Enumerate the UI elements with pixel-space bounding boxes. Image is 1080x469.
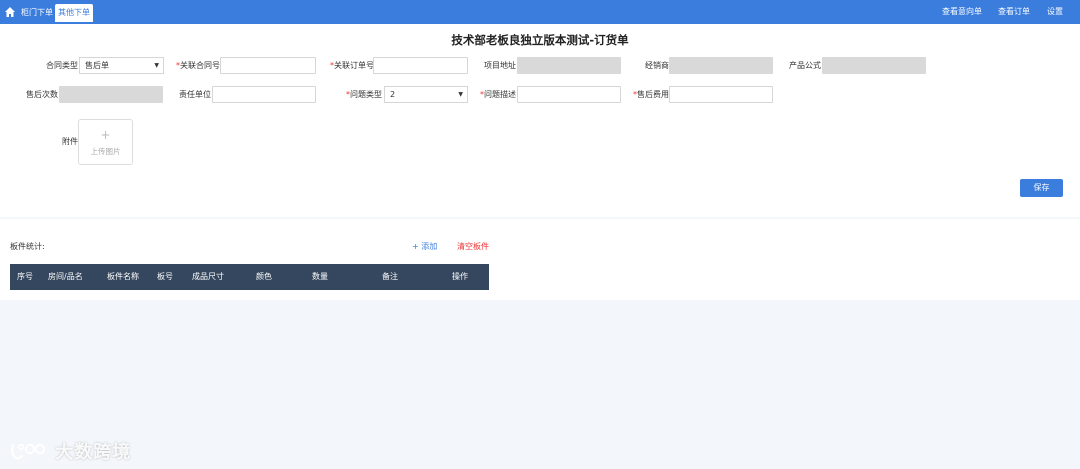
column-header-board-name: 板件名称 [107, 272, 139, 281]
order-form-panel: 技术部老板良独立版本测试-订货单 合同类型 售后单 ▼ *关联合同号 *关联订单… [0, 24, 1080, 217]
chevron-down-icon: ▼ [458, 91, 463, 98]
clear-boards-button[interactable]: 清空板件 [457, 241, 489, 252]
column-header-remarks: 备注 [382, 272, 398, 281]
related-contract-input[interactable] [220, 57, 316, 74]
dealer-label: 经销商 [645, 61, 669, 70]
brand-logo-icon [11, 443, 46, 460]
issue-description-label: *问题描述 [480, 90, 516, 99]
home-icon[interactable] [4, 6, 16, 18]
responsible-unit-label: 责任单位 [179, 90, 211, 99]
chevron-down-icon: ▼ [154, 62, 159, 69]
plus-icon: + [100, 128, 111, 142]
upload-image-label: 上传图片 [90, 147, 121, 156]
settings-link[interactable]: 设置 [1047, 0, 1063, 24]
column-header-quantity: 数量 [312, 272, 328, 281]
issue-type-select[interactable]: 2 ▼ [384, 86, 468, 103]
project-address-field [517, 57, 621, 74]
page-title: 技术部老板良独立版本测试-订货单 [451, 33, 629, 47]
issue-type-value: 2 [390, 90, 396, 99]
column-header-index: 序号 [17, 272, 33, 281]
product-formula-field [822, 57, 926, 74]
dealer-field [669, 57, 773, 74]
board-stats-panel: 板件统计: + 添加 清空板件 序号 房间/品名 板件名称 板号 成品尺寸 颜色… [0, 219, 1080, 300]
board-table-header: 序号 房间/品名 板件名称 板号 成品尺寸 颜色 数量 备注 操作 [10, 264, 489, 290]
column-header-color: 颜色 [256, 272, 272, 281]
column-header-finished-size: 成品尺寸 [192, 272, 224, 281]
related-order-label: *关联订单号 [330, 61, 374, 70]
related-contract-label: *关联合同号 [176, 61, 220, 70]
watermark: 大数跨境 [10, 438, 132, 463]
save-button[interactable]: 保存 [1020, 179, 1063, 197]
board-stats-label: 板件统计: [10, 242, 45, 251]
product-formula-label: 产品公式 [789, 61, 821, 70]
issue-description-input[interactable] [517, 86, 621, 103]
view-orders-link[interactable]: 查看订单 [998, 0, 1030, 24]
attachment-label: 附件 [62, 137, 78, 146]
column-header-room-product: 房间/品名 [48, 272, 83, 281]
view-intent-orders-link[interactable]: 查看意向单 [942, 0, 982, 24]
tab-cabinet-door-order[interactable]: 柜门下单 [18, 4, 56, 22]
upload-image-button[interactable]: + 上传图片 [78, 119, 133, 165]
related-order-input[interactable] [373, 57, 468, 74]
contract-type-value: 售后单 [85, 61, 109, 70]
aftersale-cost-label: *售后费用 [633, 90, 669, 99]
contract-type-select[interactable]: 售后单 ▼ [79, 57, 164, 74]
aftersale-count-label: 售后次数 [26, 90, 58, 99]
aftersale-count-field [59, 86, 163, 103]
column-header-actions: 操作 [452, 272, 468, 281]
column-header-board-number: 板号 [157, 272, 173, 281]
top-nav-bar: 柜门下单 其他下单 查看意向单 查看订单 设置 [0, 0, 1080, 24]
responsible-unit-input[interactable] [212, 86, 316, 103]
project-address-label: 项目地址 [484, 61, 516, 70]
aftersale-cost-input[interactable] [669, 86, 773, 103]
watermark-text: 大数跨境 [55, 442, 132, 463]
contract-type-label: 合同类型 [46, 61, 78, 70]
tab-other-order[interactable]: 其他下单 [55, 4, 93, 22]
add-board-button[interactable]: + 添加 [412, 241, 437, 252]
issue-type-label: *问题类型 [346, 90, 382, 99]
